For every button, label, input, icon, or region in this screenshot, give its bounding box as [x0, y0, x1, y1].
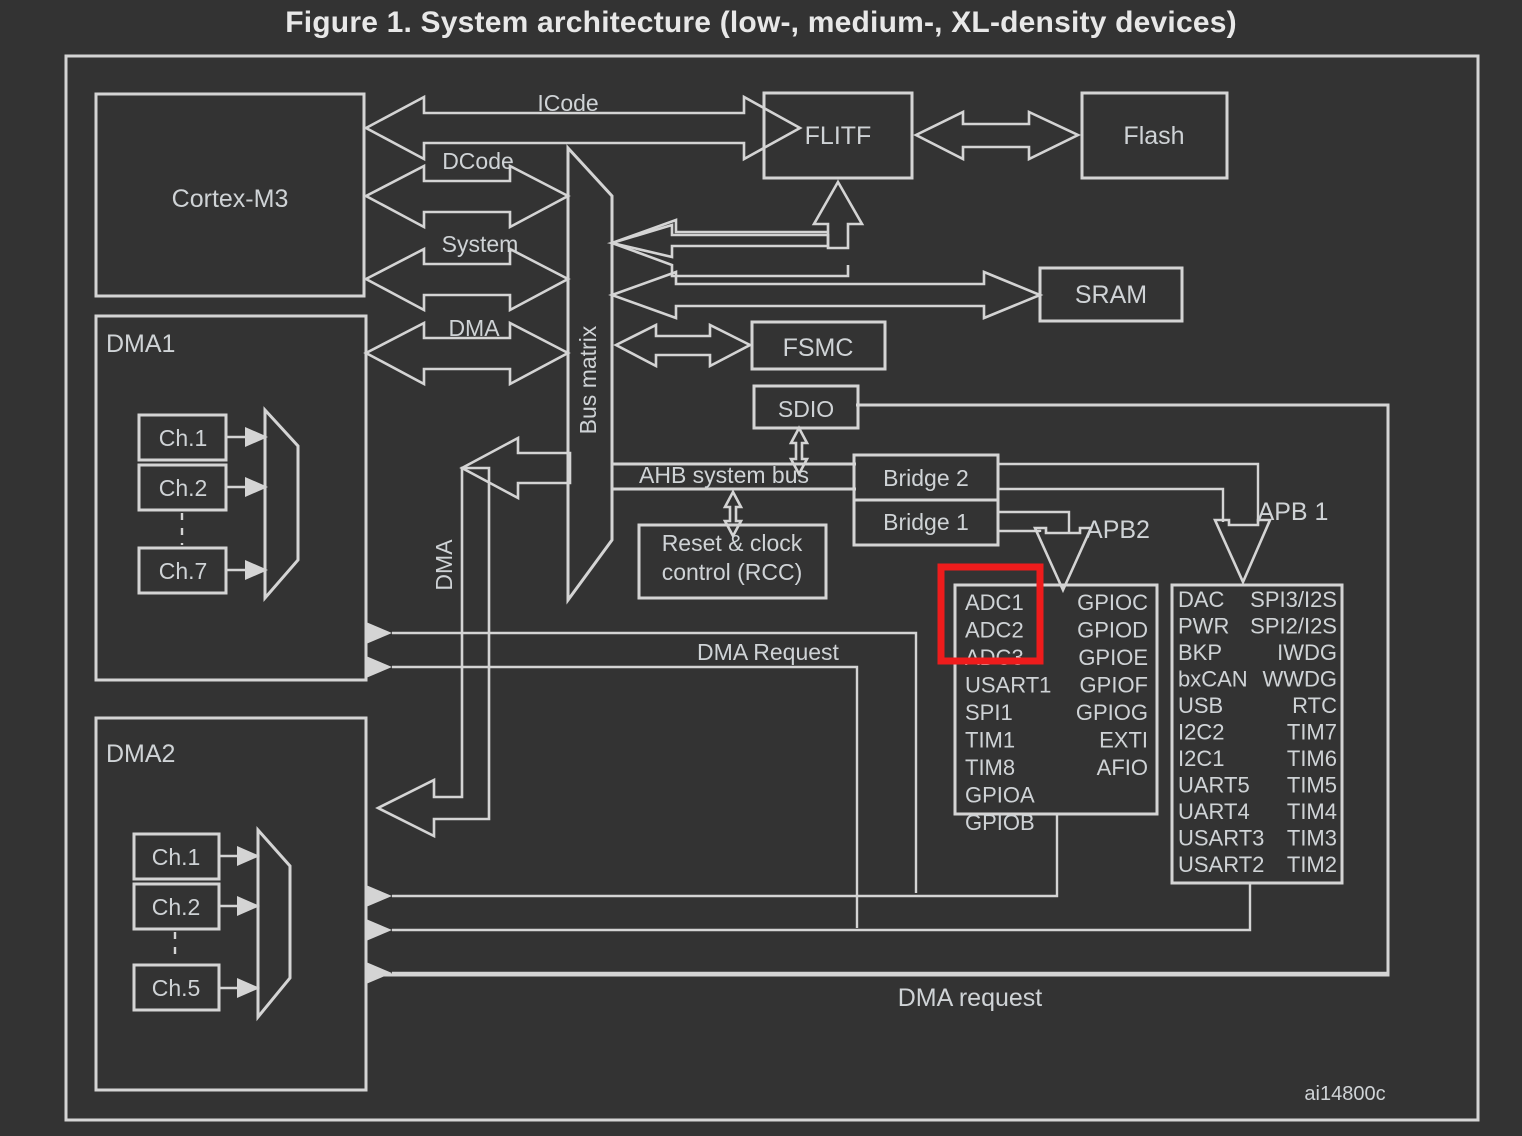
apb2-peripheral-spi1: SPI1 [965, 700, 1013, 725]
apb1-peripheral-wwdg: WWDG [1262, 667, 1337, 692]
apb1-peripheral-tim7: TIM7 [1287, 720, 1337, 745]
apb2-peripheral-gpioc: GPIOC [1077, 590, 1148, 615]
apb1-peripheral-dac: DAC [1178, 587, 1225, 612]
figure-footer-id: ai14800c [1304, 1083, 1385, 1105]
rcc-label-line1: Reset & clock [662, 530, 803, 556]
apb2-peripheral-exti: EXTI [1099, 728, 1148, 753]
matrix-sram-arrow [608, 270, 1044, 320]
apb2-route-a [998, 510, 1071, 532]
apb2-peripheral-gpiog: GPIOG [1076, 700, 1148, 725]
apb1-label: APB 1 [1258, 498, 1329, 526]
dma2-req-arrowhead-2 [366, 919, 392, 941]
dma-vertical-body [375, 466, 491, 839]
dma-request-upper-label: DMA Request [697, 639, 840, 665]
apb2-peripheral-tim8: TIM8 [965, 755, 1015, 780]
apb2-peripheral-gpiof: GPIOF [1080, 673, 1148, 698]
matrix-fsmc-arrow [613, 322, 753, 369]
sram-label: SRAM [1075, 281, 1147, 309]
apb1-peripheral-bkp: BKP [1178, 640, 1222, 665]
flash-label: Flash [1123, 122, 1184, 150]
bridge1-label: Bridge 1 [883, 509, 969, 535]
matrix-flitf-in-arrow [606, 223, 830, 259]
apb2-route-b [998, 529, 1042, 533]
apb2-peripheral-gpiod: GPIOD [1077, 618, 1148, 643]
dma1-block [94, 314, 368, 682]
apb1-down-arrow [1212, 518, 1272, 586]
diagram-root: Figure 1. System architecture (low-, med… [0, 0, 1522, 1136]
apb2-peripheral-gpioe: GPIOE [1078, 645, 1148, 670]
apb2-peripheral-gpioa: GPIOA [965, 783, 1035, 808]
dma2-label: DMA2 [106, 740, 175, 768]
apb1-peripheral-usart2: USART2 [1178, 852, 1264, 877]
system-architecture-diagram: .ln { stroke:#d4d4d4; stroke-width:3; fi… [64, 54, 1480, 1122]
dma1-req-arrowhead-2 [366, 656, 392, 678]
dma2-ch2-label: Ch.2 [152, 894, 201, 920]
dma-request-lower-line-1 [392, 814, 1059, 898]
dma2-req-arrowhead-1 [366, 885, 392, 907]
apb1-peripheral-spi2-i2s: SPI2/I2S [1250, 614, 1337, 639]
flitf-label: FLITF [805, 122, 872, 150]
apb1-peripheral-pwr: PWR [1178, 614, 1229, 639]
flitf-flash-arrow [913, 109, 1082, 162]
apb2-peripheral-gpiob: GPIOB [965, 810, 1035, 835]
dma1-ch7-label: Ch.7 [159, 558, 208, 584]
dma-request-upper-line-1 [392, 631, 918, 893]
ahb-bus-label: AHB system bus [639, 462, 809, 488]
apb2-peripheral-adc2: ADC2 [965, 618, 1024, 643]
apb2-peripheral-afio: AFIO [1097, 755, 1148, 780]
apb1-peripheral-i2c1: I2C1 [1178, 746, 1224, 771]
icode-label: ICode [537, 90, 598, 116]
dma1-ch1-label: Ch.1 [159, 425, 208, 451]
apb1-peripheral-uart4: UART4 [1178, 799, 1250, 824]
flitf-up-arrow [811, 179, 865, 250]
dma2-ch1-label: Ch.1 [152, 844, 201, 870]
apb2-peripheral-usart1: USART1 [965, 673, 1051, 698]
system-label: System [442, 231, 519, 257]
apb2-right-list: GPIOC GPIODGPIOE GPIOFGPIOG EXTIAFIO [1076, 590, 1148, 780]
apb2-label: APB2 [1086, 516, 1150, 544]
apb1-route-a [998, 462, 1260, 522]
dcode-label: DCode [442, 148, 514, 174]
apb1-peripheral-usb: USB [1178, 693, 1223, 718]
apb1-peripheral-tim3: TIM3 [1287, 826, 1337, 851]
apb1-peripheral-uart5: UART5 [1178, 773, 1250, 798]
dma2-mux [256, 826, 292, 1022]
dma-request-lower-label: DMA request [898, 984, 1043, 1012]
dma2-req-arrowhead-3 [366, 962, 392, 984]
apb1-peripheral-bxcan: bxCAN [1178, 667, 1248, 692]
bridge2-label: Bridge 2 [883, 465, 969, 491]
dma1-ch2-label: Ch.2 [159, 475, 208, 501]
dma-request-lower-line-2 [392, 883, 1252, 932]
apb1-peripheral-usart3: USART3 [1178, 826, 1264, 851]
dcode-arrow [363, 163, 571, 230]
matrix-flitf-in-arrow2 [611, 241, 850, 278]
dma-bus-label: DMA [448, 315, 500, 341]
apb1-peripheral-tim2: TIM2 [1287, 852, 1337, 877]
apb2-peripheral-tim1: TIM1 [965, 728, 1015, 753]
apb1-peripheral-i2c2: I2C2 [1178, 720, 1224, 745]
rcc-label-line2: control (RCC) [662, 559, 803, 585]
dma1-mux [263, 406, 300, 603]
bus-matrix-label: Bus matrix [575, 325, 601, 434]
apb1-peripheral-tim4: TIM4 [1287, 799, 1337, 824]
cortex-m3-label: Cortex-M3 [172, 185, 289, 213]
matrix-in-arrow-flitf [611, 218, 828, 245]
fsmc-label: FSMC [783, 334, 854, 362]
system-arrow [363, 246, 571, 313]
apb1-peripheral-iwdg: IWDG [1277, 640, 1337, 665]
apb1-peripheral-tim6: TIM6 [1287, 746, 1337, 771]
dma2-ch5-label: Ch.5 [152, 975, 201, 1001]
dma2-block [94, 716, 368, 1092]
apb1-peripheral-rtc: RTC [1292, 693, 1337, 718]
apb2-peripheral-adc1: ADC1 [965, 590, 1024, 615]
apb1-peripheral-spi3-i2s: SPI3/I2S [1250, 587, 1337, 612]
dma1-req-arrowhead-1 [366, 622, 392, 644]
dma-vertical-label: DMA [431, 539, 457, 591]
apb1-peripheral-tim5: TIM5 [1287, 773, 1337, 798]
dma1-label: DMA1 [106, 330, 175, 358]
sdio-label: SDIO [778, 396, 834, 422]
